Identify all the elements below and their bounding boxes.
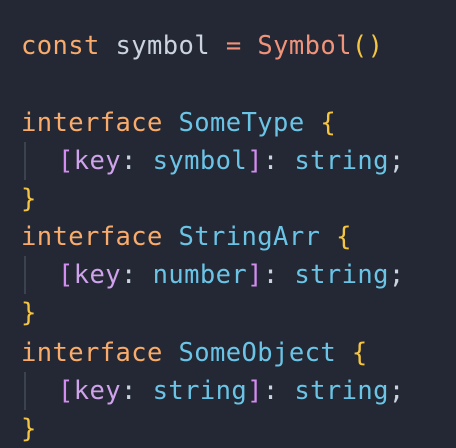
value-type: string <box>294 376 389 406</box>
code-line-index-signature-3: [key: string]: string; <box>21 372 405 410</box>
keyword-interface: interface <box>21 338 163 368</box>
colon: : <box>121 146 137 176</box>
code-line-close-3: } <box>21 410 37 448</box>
code-line-interface-2: interface StringArr { <box>21 218 352 256</box>
semicolon: ; <box>388 260 405 290</box>
semicolon: ; <box>388 146 405 176</box>
variable-name: symbol <box>115 31 211 61</box>
value-type: string <box>294 260 389 290</box>
value-type: string <box>294 146 389 176</box>
code-line-close-1: } <box>21 180 37 218</box>
code-line-interface-1: interface SomeType { <box>21 104 336 142</box>
code-line-1: const symbol = Symbol() <box>21 27 383 65</box>
code-line-close-2: } <box>21 294 37 332</box>
call-parens: () <box>351 31 384 61</box>
close-brace: } <box>21 414 37 444</box>
interface-name: SomeType <box>178 108 305 138</box>
open-bracket: [ <box>58 260 74 290</box>
open-brace: { <box>320 108 337 138</box>
index-key: key <box>73 260 122 290</box>
interface-name: StringArr <box>178 222 321 252</box>
colon: : <box>262 260 279 290</box>
close-brace: } <box>21 298 37 328</box>
code-editor[interactable]: const symbol = Symbol() interface SomeTy… <box>0 0 456 448</box>
keyword-const: const <box>21 31 100 61</box>
colon: : <box>121 376 137 406</box>
key-type: string <box>152 376 248 406</box>
interface-name: SomeObject <box>178 338 337 368</box>
code-line-index-signature-1: [key: symbol]: string; <box>21 142 405 180</box>
key-type: symbol <box>152 146 248 176</box>
close-bracket: ] <box>247 146 263 176</box>
close-bracket: ] <box>247 376 263 406</box>
open-brace: { <box>351 338 368 368</box>
code-line-index-signature-2: [key: number]: string; <box>21 256 405 294</box>
keyword-interface: interface <box>21 108 163 138</box>
code-line-interface-3: interface SomeObject { <box>21 334 368 372</box>
key-type: number <box>152 260 248 290</box>
close-brace: } <box>21 184 37 214</box>
open-bracket: [ <box>58 146 74 176</box>
index-key: key <box>73 146 122 176</box>
semicolon: ; <box>388 376 405 406</box>
colon: : <box>262 146 279 176</box>
open-brace: { <box>336 222 352 252</box>
close-bracket: ] <box>247 260 263 290</box>
keyword-interface: interface <box>21 222 163 252</box>
assignment-operator: = <box>225 31 242 61</box>
colon: : <box>121 260 137 290</box>
index-key: key <box>73 376 122 406</box>
function-call: Symbol <box>257 31 352 61</box>
open-bracket: [ <box>58 376 74 406</box>
colon: : <box>262 376 279 406</box>
